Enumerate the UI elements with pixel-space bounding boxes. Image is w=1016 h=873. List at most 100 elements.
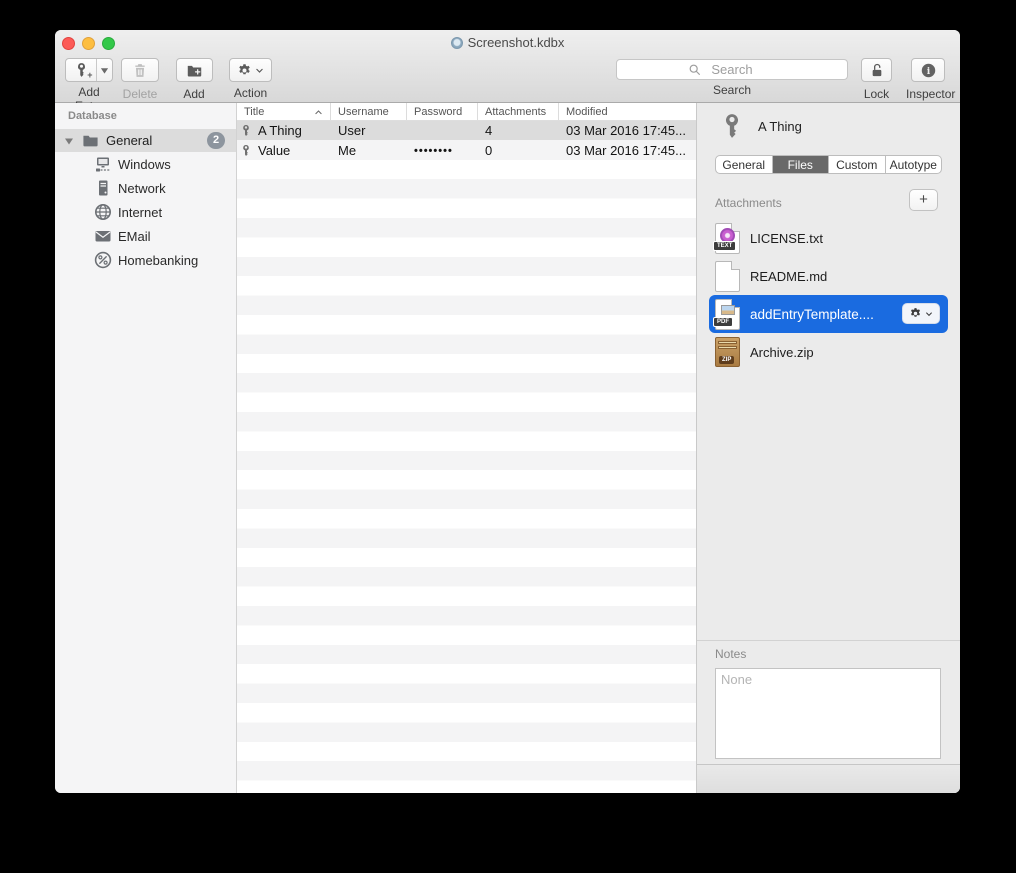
add-entry-button[interactable]: + (65, 58, 113, 82)
delete-label: Delete (121, 87, 159, 101)
inspector-footer (697, 764, 960, 793)
entry-table: Title Username Password Attachments Modi… (237, 103, 696, 793)
tab-general[interactable]: General (716, 156, 773, 173)
add-group-button[interactable] (176, 58, 213, 82)
lock-button[interactable] (861, 58, 892, 82)
server-icon (94, 179, 112, 197)
pdf-file-icon: PDF (715, 299, 740, 330)
sidebar-item-windows[interactable]: Windows (55, 152, 236, 176)
entry-count-badge: 2 (207, 132, 225, 149)
percent-icon (94, 251, 112, 269)
zip-band (718, 341, 737, 344)
table-row[interactable]: A Thing User 4 03 Mar 2016 17:45... (237, 121, 696, 140)
chevron-down-icon (925, 310, 933, 318)
chevron-down-icon (255, 66, 264, 75)
sidebar-item-label: Internet (118, 205, 162, 220)
content-area: Database General 2 Windows Network Inter… (55, 103, 960, 793)
add-entry-key-icon[interactable]: + (67, 59, 97, 81)
key-icon (240, 143, 252, 158)
entry-modified: 03 Mar 2016 17:45... (559, 143, 696, 158)
windows-network-icon (94, 155, 112, 173)
column-header-password[interactable]: Password (407, 103, 478, 120)
sidebar-item-network[interactable]: Network (55, 176, 236, 200)
tab-custom[interactable]: Custom (829, 156, 886, 173)
entry-password: •••••••• (407, 143, 478, 157)
column-header-title[interactable]: Title (237, 103, 331, 120)
tab-autotype[interactable]: Autotype (886, 156, 942, 173)
notes-textarea[interactable] (715, 668, 941, 759)
search-label: Search (616, 83, 848, 97)
attachment-name: Archive.zip (750, 345, 814, 360)
toolbar: + Add Entry Delete Add Group Action (55, 56, 960, 103)
lock-label: Lock (861, 87, 892, 101)
notes-label: Notes (715, 647, 960, 661)
action-group: Action (229, 58, 272, 100)
sidebar-item-label: General (106, 133, 152, 148)
file-type-badge: TEXT (713, 241, 736, 251)
column-header-username[interactable]: Username (331, 103, 407, 120)
entry-title: A Thing (258, 123, 302, 138)
attachment-item-selected[interactable]: PDF addEntryTemplate.... (709, 295, 948, 333)
globe-icon (94, 203, 112, 221)
markdown-file-icon (715, 261, 740, 292)
attachment-action-button[interactable] (902, 303, 940, 324)
table-header: Title Username Password Attachments Modi… (237, 103, 696, 121)
text-file-icon: TEXT (715, 223, 740, 254)
entry-username: Me (331, 143, 407, 158)
lock-group: Lock (861, 58, 892, 101)
attachment-name: addEntryTemplate.... (750, 307, 874, 322)
window-chrome: Screenshot.kdbx + Add Entry Delete Add G… (55, 30, 960, 103)
info-icon (920, 62, 937, 79)
sidebar-item-homebanking[interactable]: Homebanking (55, 248, 236, 272)
attachment-item[interactable]: README.md (709, 257, 948, 295)
attachment-item[interactable]: ZIP Archive.zip (709, 333, 948, 371)
sidebar-item-label: Homebanking (118, 253, 198, 268)
sidebar-item-label: Windows (118, 157, 171, 172)
entry-title: Value (258, 143, 290, 158)
document-proxy-icon[interactable] (451, 37, 463, 49)
entry-attachment-count: 4 (478, 123, 559, 138)
envelope-icon (94, 227, 112, 245)
delete-button[interactable] (121, 58, 159, 82)
inspector-entry-title: A Thing (758, 119, 802, 134)
tab-files[interactable]: Files (773, 156, 830, 173)
column-header-modified[interactable]: Modified (559, 103, 696, 120)
disclosure-triangle-icon[interactable] (64, 136, 74, 146)
table-row[interactable]: Value Me •••••••• 0 03 Mar 2016 17:45... (237, 140, 696, 159)
table-body: A Thing User 4 03 Mar 2016 17:45... Valu… (237, 121, 696, 793)
zip-file-icon: ZIP (715, 337, 740, 367)
attachment-name: LICENSE.txt (750, 231, 823, 246)
add-attachment-button[interactable]: + (909, 189, 938, 211)
attachments-label: Attachments (715, 196, 782, 210)
sidebar-item-email[interactable]: EMail (55, 224, 236, 248)
inspector-header: A Thing (719, 110, 802, 142)
folder-icon (82, 132, 99, 149)
column-header-attachments[interactable]: Attachments (478, 103, 559, 120)
add-entry-dropdown[interactable] (97, 59, 112, 81)
inspector-label: Inspector (906, 87, 950, 101)
sidebar-item-internet[interactable]: Internet (55, 200, 236, 224)
sidebar: Database General 2 Windows Network Inter… (55, 103, 237, 793)
titlebar[interactable]: Screenshot.kdbx (55, 30, 960, 56)
sort-ascending-icon (314, 108, 323, 117)
file-thumbnail (721, 305, 735, 315)
window-title: Screenshot.kdbx (55, 35, 960, 50)
gear-icon (237, 63, 252, 78)
sidebar-section-header: Database (55, 103, 236, 122)
gear-icon (909, 307, 922, 320)
entry-modified: 03 Mar 2016 17:45... (559, 123, 696, 138)
inspector-panel: A Thing General Files Custom Autotype At… (696, 103, 960, 793)
attachment-item[interactable]: TEXT LICENSE.txt (709, 219, 948, 257)
lock-open-icon (869, 62, 885, 79)
inspector-group: Inspector (906, 58, 950, 101)
search-input[interactable] (616, 59, 848, 80)
window-title-text: Screenshot.kdbx (468, 35, 565, 50)
action-button[interactable] (229, 58, 272, 82)
inspector-button[interactable] (911, 58, 945, 82)
zip-band (718, 346, 737, 349)
file-type-badge: PDF (713, 317, 733, 327)
attachment-list: TEXT LICENSE.txt README.md PDF addEntryT… (709, 219, 948, 371)
app-window: Screenshot.kdbx + Add Entry Delete Add G… (55, 30, 960, 793)
entry-attachment-count: 0 (478, 143, 559, 158)
sidebar-item-general[interactable]: General 2 (55, 129, 236, 152)
